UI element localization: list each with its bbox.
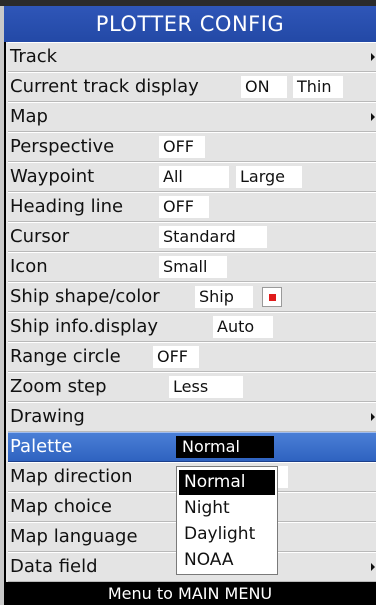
menu-item-ship-shape-color[interactable]: Ship shape/color Ship bbox=[8, 282, 376, 312]
menu-item-range-circle[interactable]: Range circle OFF bbox=[8, 342, 376, 372]
menu-item-zoom-step[interactable]: Zoom step Less bbox=[8, 372, 376, 402]
range-circle-value[interactable]: OFF bbox=[153, 346, 199, 368]
submenu-arrow-icon bbox=[371, 413, 375, 421]
menu-item-current-track-display[interactable]: Current track display ON Thin bbox=[8, 72, 376, 102]
menu-item-map[interactable]: Map bbox=[8, 102, 376, 132]
submenu-arrow-icon bbox=[371, 563, 375, 571]
icon-size-value[interactable]: Small bbox=[159, 256, 227, 278]
menu-item-drawing[interactable]: Drawing bbox=[8, 402, 376, 432]
cursor-value[interactable]: Standard bbox=[159, 226, 267, 248]
menu-item-ship-info-display[interactable]: Ship info.display Auto bbox=[8, 312, 376, 342]
plotter-config-window: PLOTTER CONFIG Track Current track displ… bbox=[0, 0, 376, 605]
menu-item-label: Map direction bbox=[10, 466, 133, 487]
palette-dropdown: Normal Night Daylight NOAA bbox=[176, 466, 278, 575]
ship-info-value[interactable]: Auto bbox=[213, 316, 273, 338]
menu-item-label: Ship shape/color bbox=[10, 286, 160, 307]
menu-item-icon[interactable]: Icon Small bbox=[8, 252, 376, 282]
menu-item-label: Range circle bbox=[10, 346, 121, 367]
ship-shape-value[interactable]: Ship bbox=[195, 286, 253, 308]
menu-item-label: Perspective bbox=[10, 136, 115, 157]
palette-option-normal[interactable]: Normal bbox=[179, 470, 275, 495]
menu-item-label: Map language bbox=[10, 526, 138, 547]
palette-option-night[interactable]: Night bbox=[179, 496, 275, 521]
zoom-step-value[interactable]: Less bbox=[169, 376, 243, 398]
menu-item-waypoint[interactable]: Waypoint All Large bbox=[8, 162, 376, 192]
menu-item-cursor[interactable]: Cursor Standard bbox=[8, 222, 376, 252]
menu-item-label: Waypoint bbox=[10, 166, 95, 187]
track-display-value[interactable]: ON bbox=[241, 76, 287, 98]
menu-item-heading-line[interactable]: Heading line OFF bbox=[8, 192, 376, 222]
menu-item-label: Track bbox=[10, 46, 58, 67]
track-thickness-value[interactable]: Thin bbox=[293, 76, 343, 98]
menu-title: PLOTTER CONFIG bbox=[4, 6, 376, 42]
menu-item-label: Map choice bbox=[10, 496, 112, 517]
perspective-value[interactable]: OFF bbox=[159, 136, 205, 158]
submenu-arrow-icon bbox=[371, 53, 375, 61]
red-color-icon bbox=[269, 294, 276, 301]
palette-option-daylight[interactable]: Daylight bbox=[179, 522, 275, 547]
ship-color-swatch[interactable] bbox=[262, 287, 282, 307]
waypoint-display-value[interactable]: All bbox=[159, 166, 229, 188]
menu-item-label: Ship info.display bbox=[10, 316, 159, 337]
menu-item-label: Current track display bbox=[10, 76, 199, 97]
heading-line-value[interactable]: OFF bbox=[159, 196, 209, 218]
menu-item-label: Icon bbox=[10, 256, 48, 277]
menu-item-label: Heading line bbox=[10, 196, 124, 217]
menu-item-label: Cursor bbox=[10, 226, 70, 247]
menu-item-perspective[interactable]: Perspective OFF bbox=[8, 132, 376, 162]
palette-value[interactable]: Normal bbox=[176, 436, 274, 458]
menu-item-track[interactable]: Track bbox=[8, 42, 376, 72]
menu-item-label: Map bbox=[10, 106, 48, 127]
menu-item-label: Drawing bbox=[10, 406, 85, 427]
menu-item-label: Zoom step bbox=[10, 376, 107, 397]
menu-item-label: Data field bbox=[10, 556, 98, 577]
submenu-arrow-icon bbox=[371, 113, 375, 121]
palette-option-noaa[interactable]: NOAA bbox=[179, 548, 275, 573]
menu-item-label: Palette bbox=[10, 436, 73, 457]
menu-item-palette[interactable]: Palette Normal bbox=[8, 432, 376, 462]
footer-hint: Menu to MAIN MENU bbox=[4, 582, 376, 605]
waypoint-size-value[interactable]: Large bbox=[236, 166, 302, 188]
